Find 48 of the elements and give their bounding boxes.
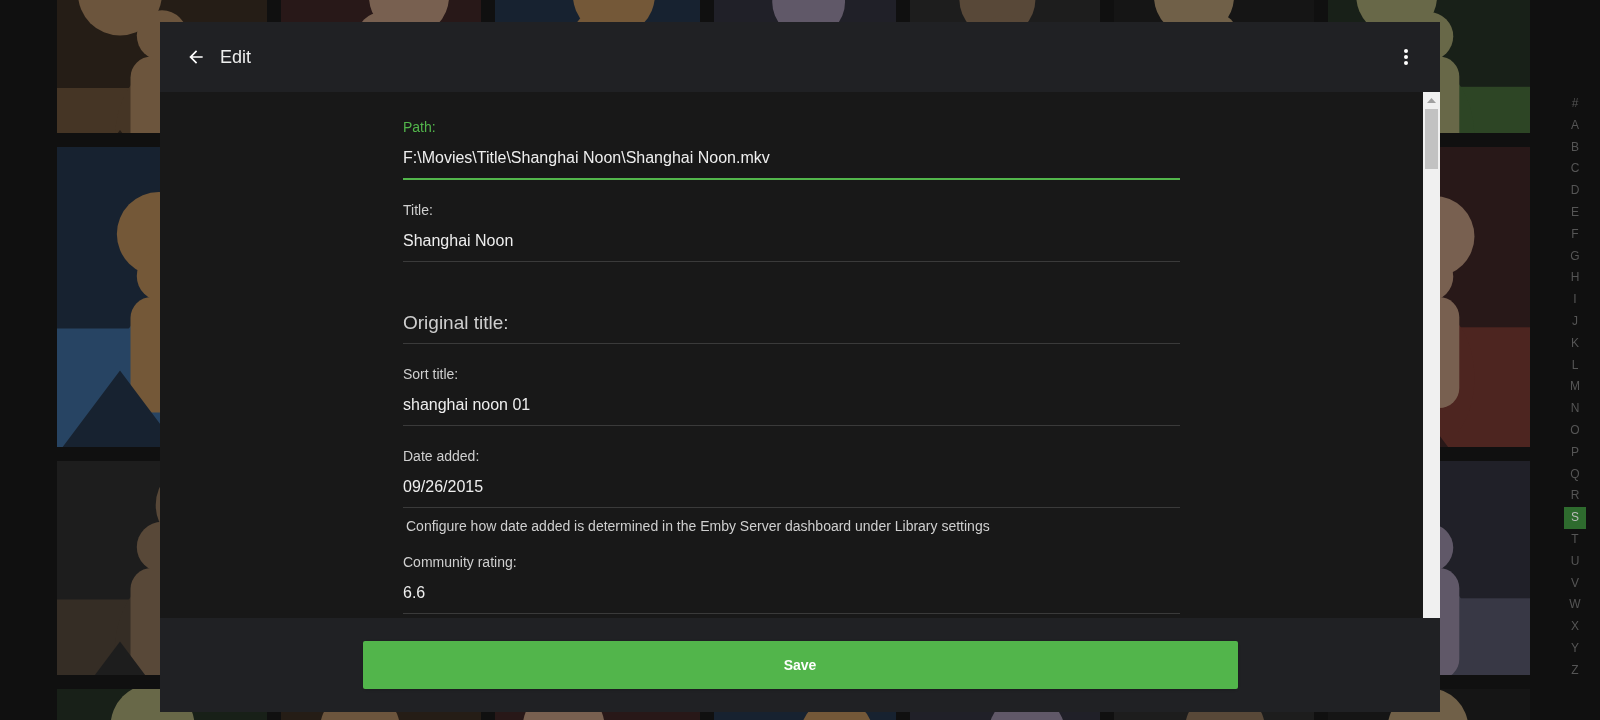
alphabet-letter[interactable]: B [1564, 136, 1586, 159]
alphabet-letter[interactable]: K [1564, 332, 1586, 355]
alphabet-letter[interactable]: # [1564, 93, 1586, 115]
alphabet-letter[interactable]: S [1564, 507, 1586, 529]
field-label: Sort title: [403, 365, 460, 384]
scroll-up-icon [1427, 98, 1436, 103]
field-value: Shanghai Noon [403, 231, 515, 251]
save-button[interactable]: Save [362, 641, 1238, 689]
alphabet-letter[interactable]: D [1564, 180, 1586, 202]
kebab-icon [1403, 48, 1409, 66]
field-value: 6.6 [403, 583, 427, 603]
alphabet-letter[interactable]: Q [1564, 463, 1586, 486]
alphabet-letter[interactable]: E [1564, 202, 1586, 224]
field-label: Title: [403, 201, 434, 220]
field-value: F:\Movies\Title\Shanghai Noon\Shanghai Noon.mkv [403, 148, 771, 168]
alphabet-letter[interactable]: G [1564, 245, 1586, 268]
scrollbar[interactable] [1423, 92, 1440, 618]
alphabet-letter[interactable]: A [1564, 114, 1586, 137]
alphabet-letter[interactable]: L [1564, 354, 1586, 377]
field-label: Date added: [403, 447, 481, 466]
alphabet-letter[interactable]: J [1564, 310, 1586, 333]
scrollbar-thumb[interactable] [1425, 109, 1438, 169]
alphabet-letter[interactable]: Y [1564, 637, 1586, 660]
alphabet-letter[interactable]: P [1564, 441, 1586, 464]
alphabet-letter[interactable]: T [1564, 528, 1586, 551]
text-field[interactable]: Date added: 09/26/2015 [403, 426, 1180, 508]
alphabet-letter[interactable]: C [1564, 158, 1586, 181]
text-field[interactable]: Original title: [403, 262, 1180, 344]
alphabet-letter[interactable]: M [1564, 376, 1586, 399]
alphabet-letter[interactable]: W [1564, 594, 1586, 617]
dialog-title: Edit [220, 45, 252, 69]
field-label: Original title: [403, 310, 510, 335]
alphabet-letter[interactable]: N [1564, 398, 1586, 420]
field-value: shanghai noon 01 [403, 395, 532, 415]
field-label: Community rating: [403, 553, 518, 572]
alphabet-letter[interactable]: F [1564, 223, 1586, 246]
field-label: Path: [403, 118, 437, 137]
text-field[interactable]: Path: F:\Movies\Title\Shanghai Noon\Shanghai Noon.mkv [403, 98, 1180, 180]
alphabet-letter[interactable]: U [1564, 550, 1586, 573]
alphabet-letter[interactable]: V [1564, 572, 1586, 595]
alphabet-letter[interactable]: O [1564, 419, 1586, 442]
text-field[interactable]: Title: Shanghai Noon [403, 180, 1180, 262]
alphabet-letter[interactable]: R [1564, 485, 1586, 508]
text-field[interactable]: Sort title: shanghai noon 01 [403, 344, 1180, 426]
alphabet-letter[interactable]: X [1564, 616, 1586, 638]
field-value: 09/26/2015 [403, 477, 485, 497]
alphabet-letter[interactable]: H [1564, 267, 1586, 290]
alphabet-letter[interactable]: Z [1564, 659, 1586, 682]
